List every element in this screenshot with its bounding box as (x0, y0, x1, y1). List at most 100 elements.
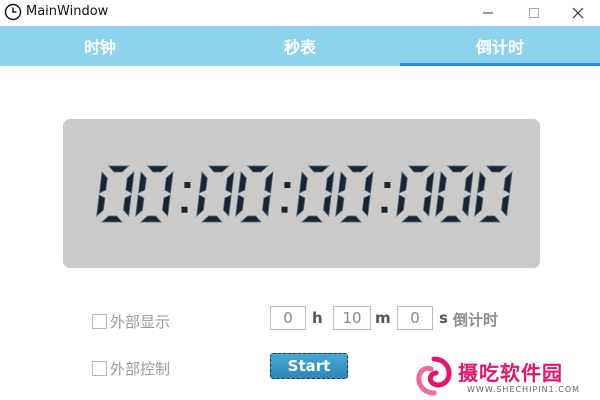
watermark-title: 摄吃软件园 (458, 361, 563, 385)
segment-e (196, 194, 206, 218)
segment-e (235, 194, 245, 218)
segment-a (346, 165, 369, 173)
main-window: MainWindow 时钟 秒表 倒计时 外部显示 外部控制 0 h 10 m … (0, 0, 600, 400)
segment-a (246, 165, 269, 173)
segment-a (485, 165, 508, 173)
segment-d (300, 215, 323, 223)
external-control-option[interactable]: 外部控制 (92, 358, 170, 379)
segment-d (339, 215, 362, 223)
segment-b (325, 170, 335, 194)
segment-f (477, 171, 486, 194)
segment-a (307, 165, 330, 173)
digit-0 (96, 165, 135, 223)
minimize-button[interactable] (466, 0, 510, 26)
digit-6 (396, 165, 435, 223)
digit-1 (135, 165, 174, 223)
segment-c (461, 194, 471, 217)
title-bar: MainWindow (0, 0, 600, 26)
colon-dot (181, 206, 188, 213)
start-button[interactable]: Start (270, 353, 348, 379)
minimize-icon (483, 12, 493, 14)
segment-b (125, 170, 135, 194)
digit-4 (296, 165, 335, 223)
segment-e (335, 194, 345, 218)
segment-d (239, 215, 262, 223)
segment-f (299, 171, 308, 194)
external-display-label: 外部显示 (110, 313, 171, 331)
segment-f (99, 171, 108, 194)
segment-d (139, 215, 162, 223)
segment-f (438, 171, 447, 194)
segment-f (338, 171, 347, 194)
maximize-button[interactable] (512, 0, 556, 26)
hours-input[interactable]: 0 (270, 306, 306, 330)
hours-unit-label: h (312, 309, 323, 327)
segment-e (296, 194, 306, 218)
seconds-unit-label: s (439, 309, 448, 327)
segment-a (207, 165, 230, 173)
segment-b (364, 170, 374, 194)
segment-d (400, 215, 423, 223)
seven-segment-readout (96, 165, 513, 223)
colon-dot (184, 182, 191, 188)
digit-5 (335, 165, 374, 223)
segment-c (222, 194, 232, 217)
segment-d (200, 215, 223, 223)
segment-c (500, 194, 510, 217)
segment-e (135, 194, 145, 218)
segment-b (503, 170, 513, 194)
watermark-logo: 摄吃软件园 WWW.SHECHIPIN1.COM (413, 355, 593, 397)
segment-f (199, 171, 208, 194)
clock-icon (4, 3, 22, 21)
segment-c (322, 194, 332, 217)
segment-a (407, 165, 430, 173)
segment-a (446, 165, 469, 173)
external-display-checkbox[interactable] (92, 314, 107, 329)
tab-clock[interactable]: 时钟 (0, 26, 200, 66)
segment-b (164, 170, 174, 194)
segment-c (361, 194, 371, 217)
tab-bar: 时钟 秒表 倒计时 (0, 26, 600, 66)
segment-e (435, 194, 445, 218)
tab-stopwatch[interactable]: 秒表 (200, 26, 400, 66)
segment-e (474, 194, 484, 218)
external-control-label: 外部控制 (110, 360, 171, 378)
time-display (63, 119, 540, 268)
segment-b (264, 170, 274, 194)
colon-dot (381, 206, 388, 213)
external-display-option[interactable]: 外部显示 (92, 311, 170, 332)
window-title: MainWindow (26, 4, 109, 19)
seconds-input[interactable]: 0 (397, 306, 433, 330)
segment-f (399, 171, 408, 194)
segment-e (96, 194, 106, 218)
segment-c (261, 194, 271, 217)
segment-c (422, 194, 432, 217)
colon-dot (281, 206, 288, 213)
watermark-url: WWW.SHECHIPIN1.COM (467, 385, 581, 394)
digit-3 (235, 165, 274, 223)
segment-a (107, 165, 130, 173)
close-button[interactable] (556, 0, 600, 26)
segment-c (161, 194, 171, 217)
segment-f (238, 171, 247, 194)
tab-countdown[interactable]: 倒计时 (400, 26, 600, 66)
countdown-mode-label: 倒计时 (453, 311, 499, 329)
digit-8 (474, 165, 513, 223)
segment-b (225, 170, 235, 194)
segment-a (146, 165, 169, 173)
segment-b (425, 170, 435, 194)
segment-e (396, 194, 406, 218)
close-icon (572, 7, 584, 19)
minutes-unit-label: m (375, 309, 391, 327)
external-control-checkbox[interactable] (92, 361, 107, 376)
segment-d (100, 215, 123, 223)
digit-2 (196, 165, 235, 223)
maximize-icon (529, 8, 539, 18)
segment-d (478, 215, 501, 223)
watermark-swirl-icon (416, 356, 452, 396)
segment-d (439, 215, 462, 223)
segment-b (464, 170, 474, 194)
segment-f (138, 171, 147, 194)
segment-c (122, 194, 132, 217)
minutes-input[interactable]: 10 (333, 306, 371, 330)
